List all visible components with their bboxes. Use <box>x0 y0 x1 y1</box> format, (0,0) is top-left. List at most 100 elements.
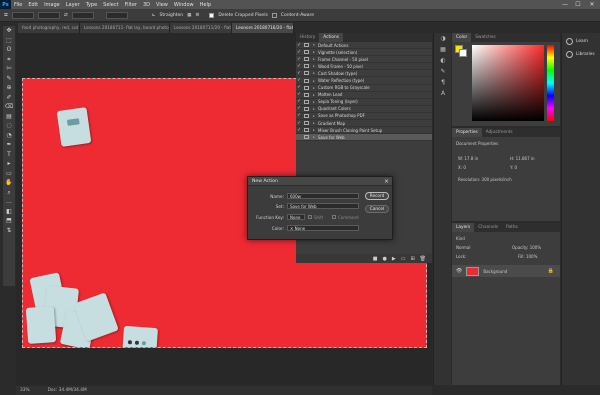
name-field[interactable]: 600w <box>287 193 359 199</box>
menu-filter[interactable]: Filter <box>122 2 140 8</box>
hue-slider[interactable] <box>547 45 554 121</box>
checkmark-icon[interactable]: ✓ <box>296 106 302 111</box>
menu-edit[interactable]: Edit <box>25 2 41 8</box>
crop-tool-icon[interactable]: ⌗ <box>4 11 8 20</box>
straighten-label[interactable]: Straighten <box>160 13 184 18</box>
tab-channels[interactable]: Channels <box>474 223 502 232</box>
kind-filter[interactable]: Kind <box>456 236 465 241</box>
tool-icon[interactable]: ⌫ <box>3 102 15 112</box>
tab-history[interactable]: History <box>296 33 319 42</box>
settings-gear-icon[interactable]: ⚙ <box>195 13 199 18</box>
paragraph-panel-icon[interactable]: ¶ <box>434 77 452 88</box>
delete-cropped-checkbox[interactable] <box>209 12 215 18</box>
swap-icon[interactable]: ⇄ <box>64 13 68 18</box>
menu-view[interactable]: View <box>153 2 171 8</box>
menu-type[interactable]: Type <box>83 2 100 8</box>
layer-row[interactable]: 👁 Background 🔒 <box>452 265 560 277</box>
play-icon[interactable]: ▶ <box>392 256 396 262</box>
close-icon[interactable]: × <box>384 177 389 186</box>
menu-image[interactable]: Image <box>41 2 63 8</box>
dialog-toggle-icon[interactable] <box>304 92 309 97</box>
checkmark-icon[interactable]: ✓ <box>296 128 302 133</box>
doc-tab-2[interactable]: Lessons 20180711- flat lay, board photog… <box>80 23 170 33</box>
tool-icon[interactable]: ⊕ <box>3 83 15 93</box>
tool-icon[interactable]: ✋ <box>3 178 15 188</box>
action-row[interactable]: ✓ ▸ Molten Lead <box>296 92 432 99</box>
color-field[interactable] <box>472 45 544 121</box>
action-row[interactable]: ✓ ▸ Water Reflection (type) <box>296 77 432 85</box>
tab-color[interactable]: Color <box>452 33 472 42</box>
dialog-toggle-icon[interactable] <box>304 71 309 76</box>
tool-icon[interactable]: ⌕ <box>3 188 15 198</box>
dialog-toggle-icon[interactable] <box>304 135 309 140</box>
width-field[interactable] <box>37 11 60 19</box>
tool-icon[interactable]: ✎ <box>3 74 15 84</box>
cancel-button[interactable]: Cancel <box>365 205 389 213</box>
doc-tab-active[interactable]: Leonore 20180716/20 - flat... <box>232 23 294 33</box>
tool-icon[interactable]: ◌ <box>3 121 15 131</box>
tab-swatches[interactable]: Swatches <box>471 33 500 42</box>
action-row[interactable]: ✓ ▸ Quadrant Colors <box>296 106 432 113</box>
function-key-select[interactable]: None <box>287 214 305 220</box>
dialog-toggle-icon[interactable] <box>304 128 309 133</box>
action-row[interactable]: ✓ ▸ Wood Frame - 50 pixel <box>296 63 432 71</box>
action-row[interactable]: ✓ ▸ Frame Channel - 50 pixel <box>296 56 432 64</box>
tab-properties[interactable]: Properties <box>452 128 482 137</box>
color-panel-icon[interactable]: ◑ <box>434 33 452 44</box>
stop-icon[interactable]: ■ <box>373 256 378 262</box>
overlay-icon[interactable]: ▦ <box>187 13 191 18</box>
checkmark-icon[interactable]: ✓ <box>296 71 302 76</box>
tool-icon[interactable]: ✐ <box>3 93 15 103</box>
tool-icon[interactable]: … <box>3 197 15 207</box>
layer-name[interactable]: Background <box>483 269 507 274</box>
checkmark-icon[interactable]: ✓ <box>296 57 302 62</box>
menu-help[interactable]: Help <box>197 2 214 8</box>
action-row[interactable]: ✓ ▾ Default Actions <box>296 42 432 50</box>
libraries-panel-button[interactable]: Libraries <box>562 48 600 61</box>
dialog-toggle-icon[interactable] <box>304 78 309 83</box>
height-field[interactable] <box>71 11 94 19</box>
dialog-toggle-icon[interactable] <box>304 64 309 69</box>
checkmark-icon[interactable]: ✓ <box>296 121 302 126</box>
tool-icon[interactable]: ◧ <box>3 207 15 217</box>
swatches-panel-icon[interactable]: ▦ <box>434 44 452 55</box>
tab-adjustments[interactable]: Adjustments <box>482 128 517 137</box>
action-row[interactable]: ✓ ▸ Cast Shadow (type) <box>296 70 432 78</box>
tool-icon[interactable]: ⬒ <box>3 216 15 226</box>
brush-panel-icon[interactable]: ✎ <box>434 66 452 77</box>
checkmark-icon[interactable]: ✓ <box>296 85 302 90</box>
menu-3d[interactable]: 3D <box>140 2 153 8</box>
tool-icon[interactable]: ▤ <box>3 112 15 122</box>
adjustments-panel-icon[interactable]: ◐ <box>434 55 452 66</box>
menu-select[interactable]: Select <box>100 2 121 8</box>
zoom-level[interactable]: 33% <box>20 388 30 393</box>
tool-icon[interactable]: ◔ <box>3 131 15 141</box>
shift-checkbox[interactable] <box>308 215 312 219</box>
action-row[interactable]: ✓ ▸ Vignette (selection) <box>296 49 432 57</box>
dialog-toggle-icon[interactable] <box>304 121 309 126</box>
clear-button[interactable] <box>105 11 128 19</box>
tool-icon[interactable]: ✥ <box>3 26 15 36</box>
tab-actions[interactable]: Actions <box>319 33 343 42</box>
set-select[interactable]: Save for Web <box>287 203 359 209</box>
tool-icon[interactable]: ▭ <box>3 169 15 179</box>
ratio-select[interactable] <box>11 11 34 19</box>
new-action-icon[interactable]: ⊞ <box>410 256 414 262</box>
command-checkbox[interactable] <box>332 215 336 219</box>
menu-file[interactable]: File <box>11 2 25 8</box>
checkmark-icon[interactable]: ✓ <box>296 113 302 118</box>
dialog-toggle-icon[interactable] <box>304 43 309 48</box>
tab-layers[interactable]: Layers <box>452 223 475 232</box>
tool-icon[interactable]: ▸ <box>3 159 15 169</box>
checkmark-icon[interactable]: ✓ <box>296 64 302 69</box>
content-aware-checkbox[interactable] <box>271 12 277 18</box>
checkmark-icon[interactable]: ✓ <box>296 43 302 48</box>
close-window-button[interactable]: ✕ <box>587 0 597 9</box>
action-row[interactable]: ✓ ▸ Mixer Brush Cloning Paint Setup <box>296 127 432 135</box>
blend-mode-select[interactable]: Normal <box>456 245 470 250</box>
tab-paths[interactable]: Paths <box>502 223 522 232</box>
checkmark-icon[interactable]: ✓ <box>296 78 302 83</box>
action-row[interactable]: ✓ ▸ Sepia Toning (layer) <box>296 99 432 106</box>
action-row[interactable]: ✓ ▸ Save as Photoshop PDF <box>296 113 432 121</box>
checkmark-icon[interactable]: ✓ <box>296 99 302 104</box>
